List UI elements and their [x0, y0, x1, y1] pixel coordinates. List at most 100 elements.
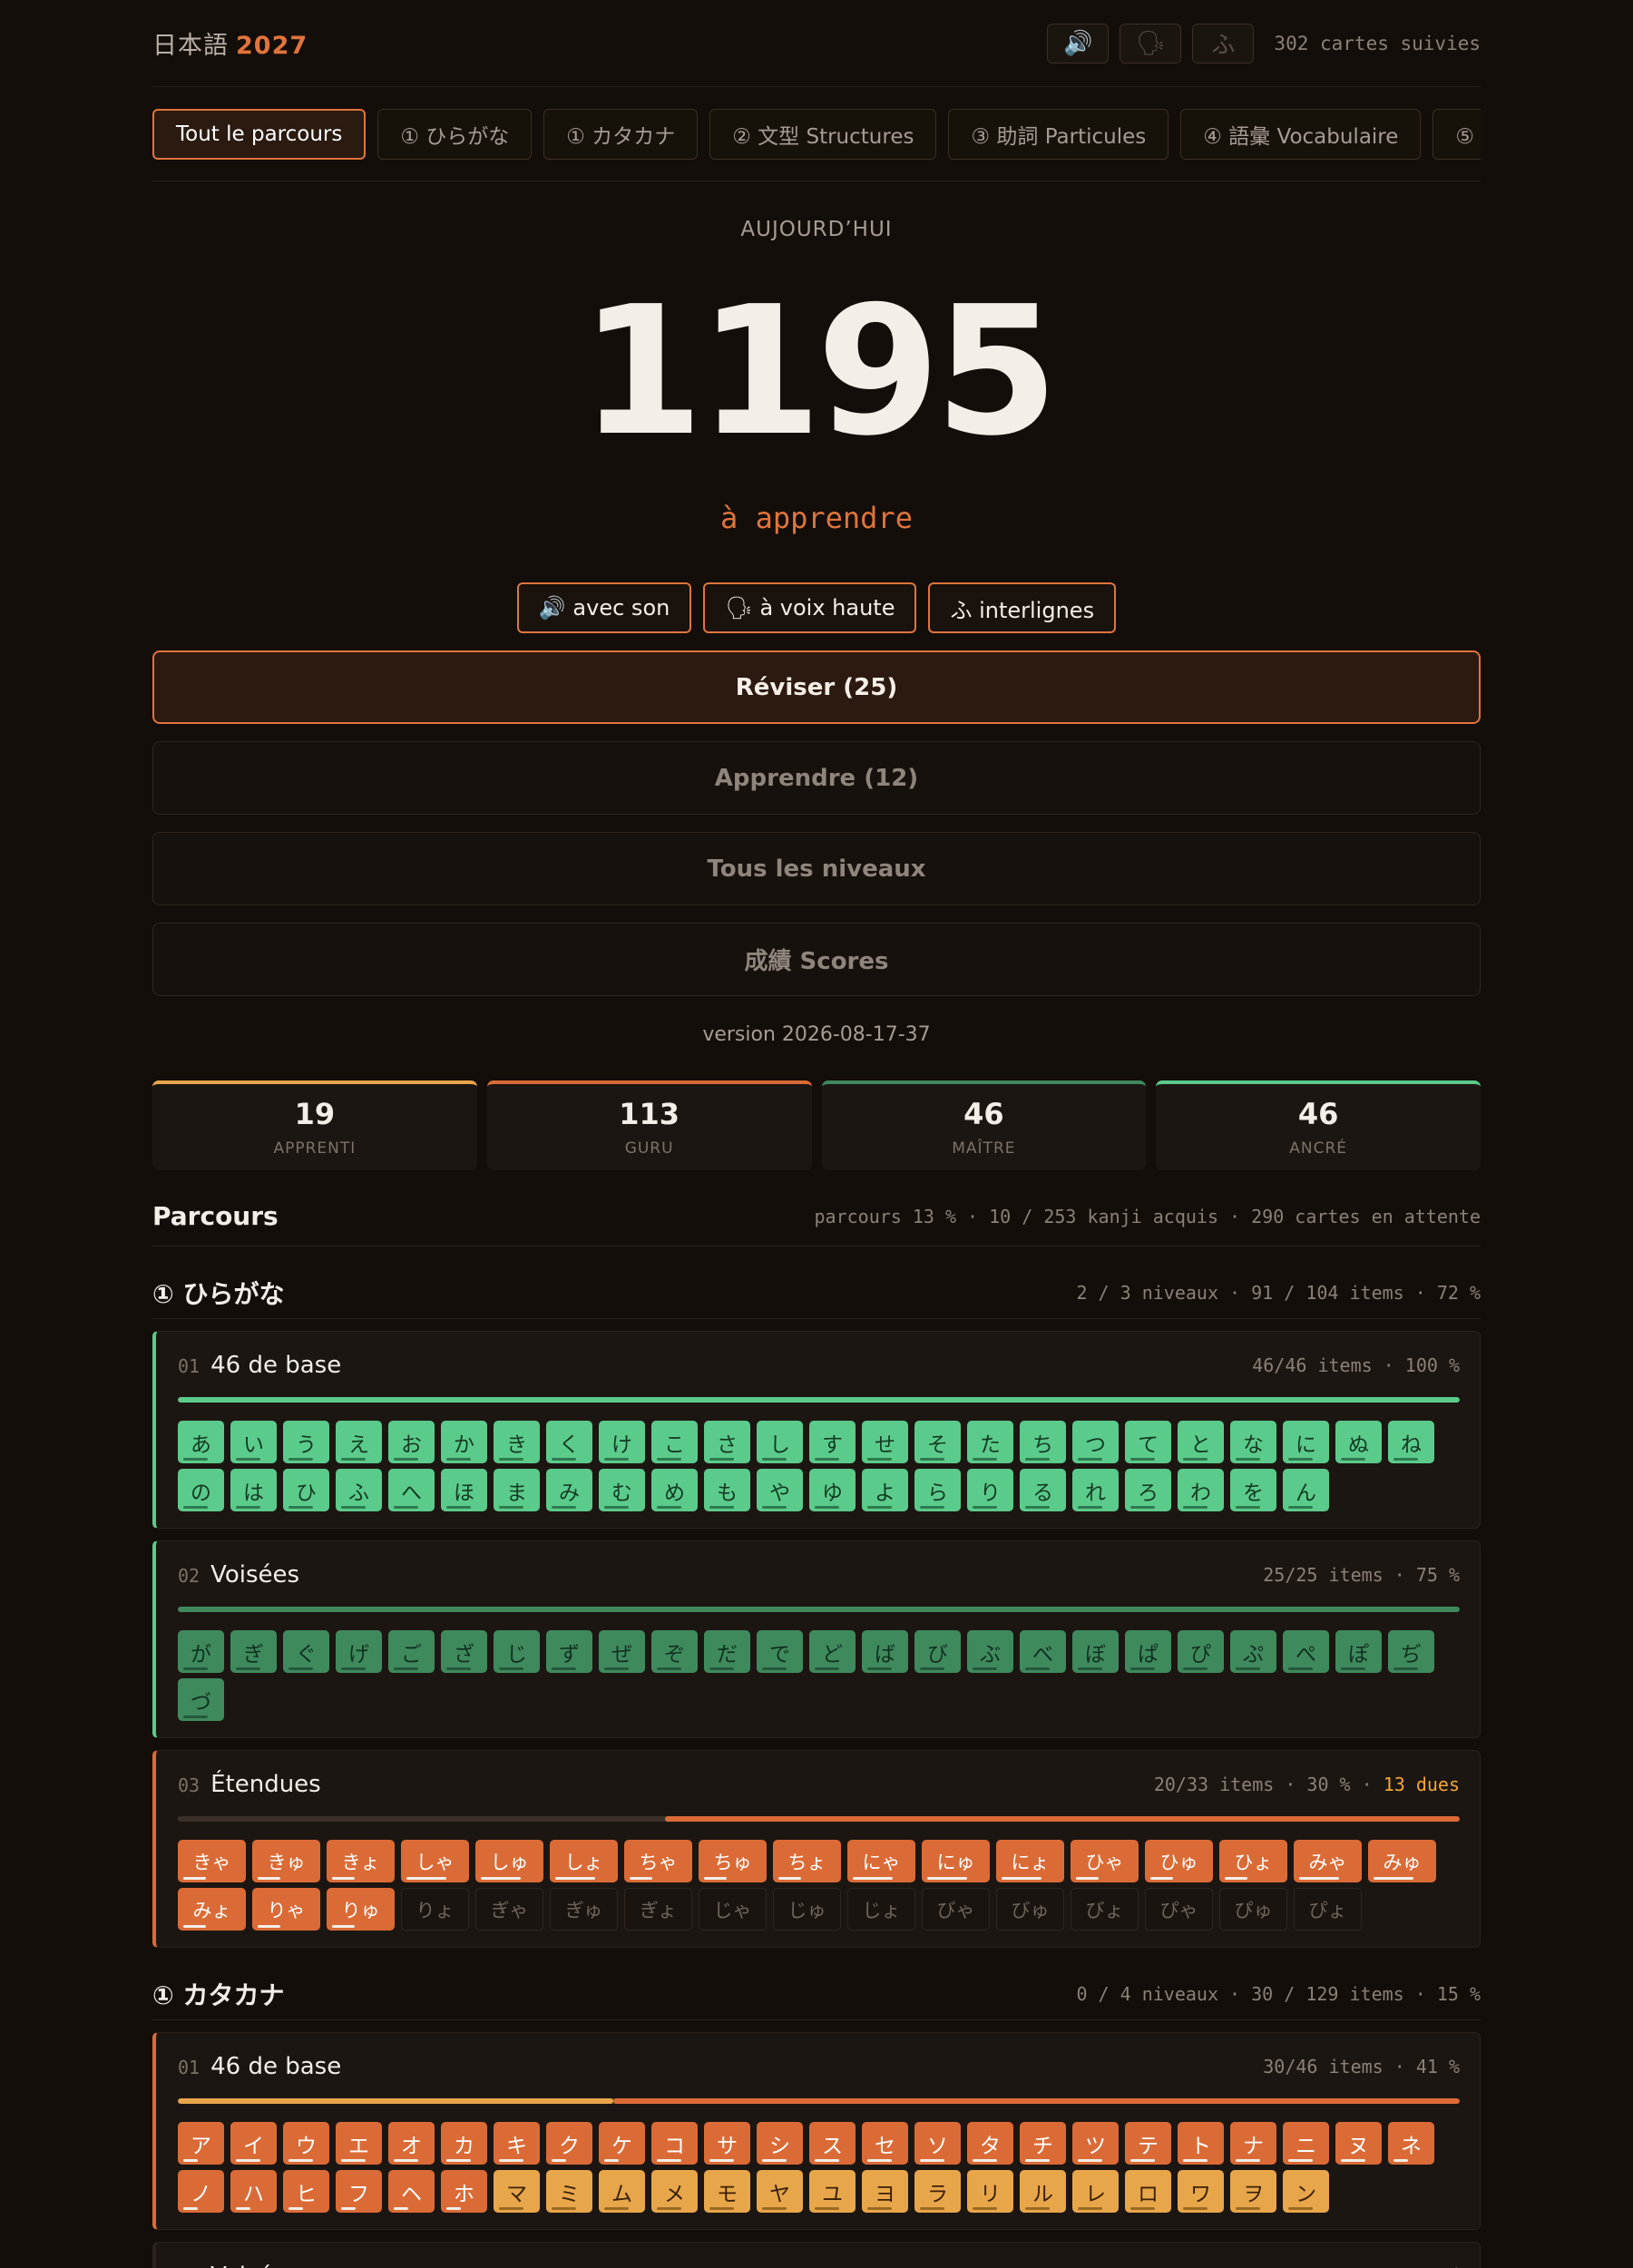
kana-tile[interactable]: ぷ [1230, 1630, 1276, 1673]
kana-tile[interactable]: ミ [546, 2170, 592, 2213]
kana-tile[interactable]: きゅ [252, 1840, 320, 1882]
scores-button[interactable]: 成績 Scores [152, 923, 1481, 996]
kana-tile[interactable]: て [1125, 1421, 1171, 1463]
kana-tile[interactable]: ツ [1072, 2122, 1119, 2165]
kana-tile[interactable]: め [651, 1469, 698, 1511]
kana-tile[interactable]: コ [651, 2122, 698, 2165]
kana-tile[interactable]: せ [862, 1421, 908, 1463]
kana-tile[interactable]: メ [651, 2170, 698, 2213]
kana-tile[interactable]: ヘ [388, 2170, 435, 2213]
level-card[interactable]: 01 46 de base 46/46 items · 100 % あいうえおかきくけ… [152, 1331, 1481, 1529]
kana-tile[interactable]: ラ [914, 2170, 961, 2213]
kana-tile[interactable]: りょ [401, 1888, 469, 1931]
kana-tile[interactable]: ひゅ [1145, 1840, 1213, 1882]
kana-tile[interactable]: レ [1072, 2170, 1119, 2213]
kana-tile[interactable]: ご [388, 1630, 435, 1673]
group-title[interactable]: ① カタカナ [152, 1976, 284, 2012]
kana-tile[interactable]: が [178, 1630, 224, 1673]
kana-tile[interactable]: しょ [550, 1840, 618, 1882]
kana-tile[interactable]: く [546, 1421, 592, 1463]
kana-tile[interactable]: ひゃ [1071, 1840, 1139, 1882]
kana-tile[interactable]: びょ [1071, 1888, 1139, 1931]
kana-tile[interactable]: ナ [1230, 2122, 1276, 2165]
kana-tile[interactable]: タ [967, 2122, 1013, 2165]
kana-tile[interactable]: ぴゅ [1219, 1888, 1287, 1931]
kana-tile[interactable]: エ [336, 2122, 382, 2165]
tab-6[interactable]: ⑤ 部 [1433, 108, 1481, 160]
kana-tile[interactable]: きょ [327, 1840, 395, 1882]
kana-tile[interactable]: ぴゃ [1145, 1888, 1213, 1931]
kana-tile[interactable]: ニ [1283, 2122, 1329, 2165]
kana-tile[interactable]: オ [388, 2122, 435, 2165]
kana-tile[interactable]: へ [388, 1469, 435, 1511]
kana-tile[interactable]: げ [336, 1630, 382, 1673]
kana-tile[interactable]: あ [178, 1421, 224, 1463]
kana-tile[interactable]: じょ [847, 1888, 915, 1931]
kana-tile[interactable]: ちょ [773, 1840, 841, 1882]
kana-tile[interactable]: カ [441, 2122, 487, 2165]
learn-button[interactable]: Apprendre (12) [152, 741, 1481, 815]
kana-tile[interactable]: キ [494, 2122, 540, 2165]
kana-tile[interactable]: マ [494, 2170, 540, 2213]
kana-tile[interactable]: ウ [283, 2122, 329, 2165]
kana-tile[interactable]: ひょ [1219, 1840, 1287, 1882]
kana-tile[interactable]: セ [862, 2122, 908, 2165]
kana-tile[interactable]: ね [1388, 1421, 1434, 1463]
review-button[interactable]: Réviser (25) [152, 650, 1481, 724]
kana-tile[interactable]: さ [704, 1421, 750, 1463]
group-title[interactable]: ① ひらがな [152, 1275, 284, 1311]
kana-tile[interactable]: ノ [178, 2170, 224, 2213]
kana-tile[interactable]: ぎゃ [475, 1888, 543, 1931]
kana-tile[interactable]: ム [599, 2170, 645, 2213]
furigana-icon[interactable]: ふ [1192, 23, 1255, 64]
kana-tile[interactable]: で [757, 1630, 803, 1673]
kana-tile[interactable]: れ [1072, 1469, 1119, 1511]
kana-tile[interactable]: み [546, 1469, 592, 1511]
kana-tile[interactable]: え [336, 1421, 382, 1463]
kana-tile[interactable]: ハ [230, 2170, 277, 2213]
kana-tile[interactable]: しゅ [475, 1840, 543, 1882]
kana-tile[interactable]: にゅ [922, 1840, 990, 1882]
kana-tile[interactable]: べ [1020, 1630, 1066, 1673]
kana-tile[interactable]: し [757, 1421, 803, 1463]
tab-4[interactable]: ③ 助詞 Particules [948, 108, 1169, 160]
kana-tile[interactable]: ヨ [862, 2170, 908, 2213]
kana-tile[interactable]: じゅ [773, 1888, 841, 1931]
kana-tile[interactable]: ぢ [1388, 1630, 1434, 1673]
option-furigana[interactable]: ふ interlignes [928, 582, 1117, 633]
kana-tile[interactable]: ち [1020, 1421, 1066, 1463]
kana-tile[interactable]: ん [1283, 1469, 1329, 1511]
kana-tile[interactable]: モ [704, 2170, 750, 2213]
kana-tile[interactable]: や [757, 1469, 803, 1511]
kana-tile[interactable]: ヒ [283, 2170, 329, 2213]
kana-tile[interactable]: じ [494, 1630, 540, 1673]
kana-tile[interactable]: ヌ [1335, 2122, 1382, 2165]
kana-tile[interactable]: りゅ [327, 1888, 395, 1931]
kana-tile[interactable]: ネ [1388, 2122, 1434, 2165]
kana-tile[interactable]: ぱ [1125, 1630, 1171, 1673]
kana-tile[interactable]: よ [862, 1469, 908, 1511]
kana-tile[interactable]: わ [1178, 1469, 1224, 1511]
kana-tile[interactable]: の [178, 1469, 224, 1511]
kana-tile[interactable]: す [809, 1421, 856, 1463]
kana-tile[interactable]: ちゅ [699, 1840, 767, 1882]
kana-tile[interactable]: ソ [914, 2122, 961, 2165]
level-card[interactable]: 02 Voisées 25/25 items · 75 % がぎぐげござじずぜぞだでど… [152, 1540, 1481, 1738]
kana-tile[interactable]: る [1020, 1469, 1066, 1511]
kana-tile[interactable]: シ [757, 2122, 803, 2165]
kana-tile[interactable]: みょ [178, 1888, 246, 1931]
speaker-icon[interactable]: 🔊 [1047, 23, 1110, 64]
kana-tile[interactable]: と [1178, 1421, 1224, 1463]
kana-tile[interactable]: ア [178, 2122, 224, 2165]
option-with-sound[interactable]: 🔊 avec son [516, 582, 692, 633]
kana-tile[interactable]: ぴょ [1294, 1888, 1362, 1931]
kana-tile[interactable]: ふ [336, 1469, 382, 1511]
kana-tile[interactable]: ぎ [230, 1630, 277, 1673]
kana-tile[interactable]: チ [1020, 2122, 1066, 2165]
kana-tile[interactable]: ら [914, 1469, 961, 1511]
tab-0[interactable]: Tout le parcours [152, 108, 367, 160]
kana-tile[interactable]: も [704, 1469, 750, 1511]
kana-tile[interactable]: ぴ [1178, 1630, 1224, 1673]
kana-tile[interactable]: ば [862, 1630, 908, 1673]
kana-tile[interactable]: け [599, 1421, 645, 1463]
